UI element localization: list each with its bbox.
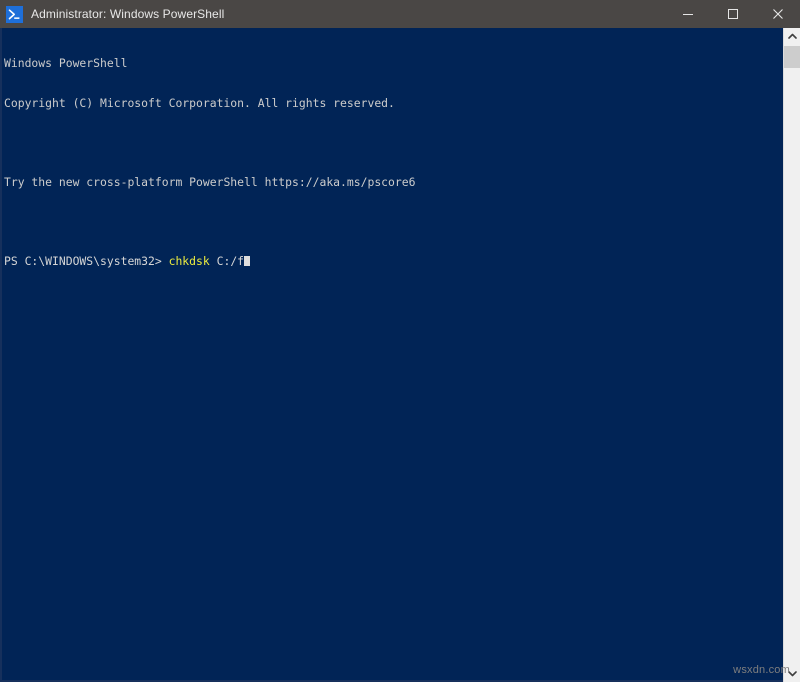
- minimize-icon: [682, 14, 693, 15]
- console-line: Copyright (C) Microsoft Corporation. All…: [4, 96, 395, 110]
- minimize-button[interactable]: [665, 0, 710, 28]
- maximize-button[interactable]: [710, 0, 755, 28]
- scrollbar-up-button[interactable]: [784, 28, 800, 45]
- console-prompt-line: PS C:\WINDOWS\system32> chkdsk C:/f: [4, 255, 783, 268]
- scrollbar-thumb[interactable]: [784, 46, 800, 68]
- prompt-arguments: C:/f: [209, 254, 245, 269]
- console-line: Windows PowerShell: [4, 56, 128, 71]
- console-output-area[interactable]: Windows PowerShell Copyright (C) Microso…: [0, 28, 783, 682]
- powershell-icon: [6, 5, 23, 23]
- chevron-up-icon: [787, 33, 797, 39]
- powershell-window: Administrator: Windows PowerShell Window…: [0, 0, 800, 682]
- maximize-icon: [727, 9, 738, 19]
- text-cursor: [244, 256, 251, 267]
- prompt-path: PS C:\WINDOWS\system32>: [4, 254, 162, 269]
- vertical-scrollbar[interactable]: [783, 28, 800, 682]
- window-title: Administrator: Windows PowerShell: [31, 7, 225, 21]
- close-button[interactable]: [755, 0, 800, 28]
- prompt-command: chkdsk: [168, 254, 210, 269]
- console-lines: Windows PowerShell Copyright (C) Microso…: [3, 31, 783, 295]
- console-line: Try the new cross-platform PowerShell ht…: [4, 175, 416, 190]
- window-controls: [665, 0, 800, 28]
- title-bar[interactable]: Administrator: Windows PowerShell: [0, 0, 800, 28]
- close-icon: [772, 9, 783, 19]
- watermark: wsxdn.com: [733, 664, 790, 676]
